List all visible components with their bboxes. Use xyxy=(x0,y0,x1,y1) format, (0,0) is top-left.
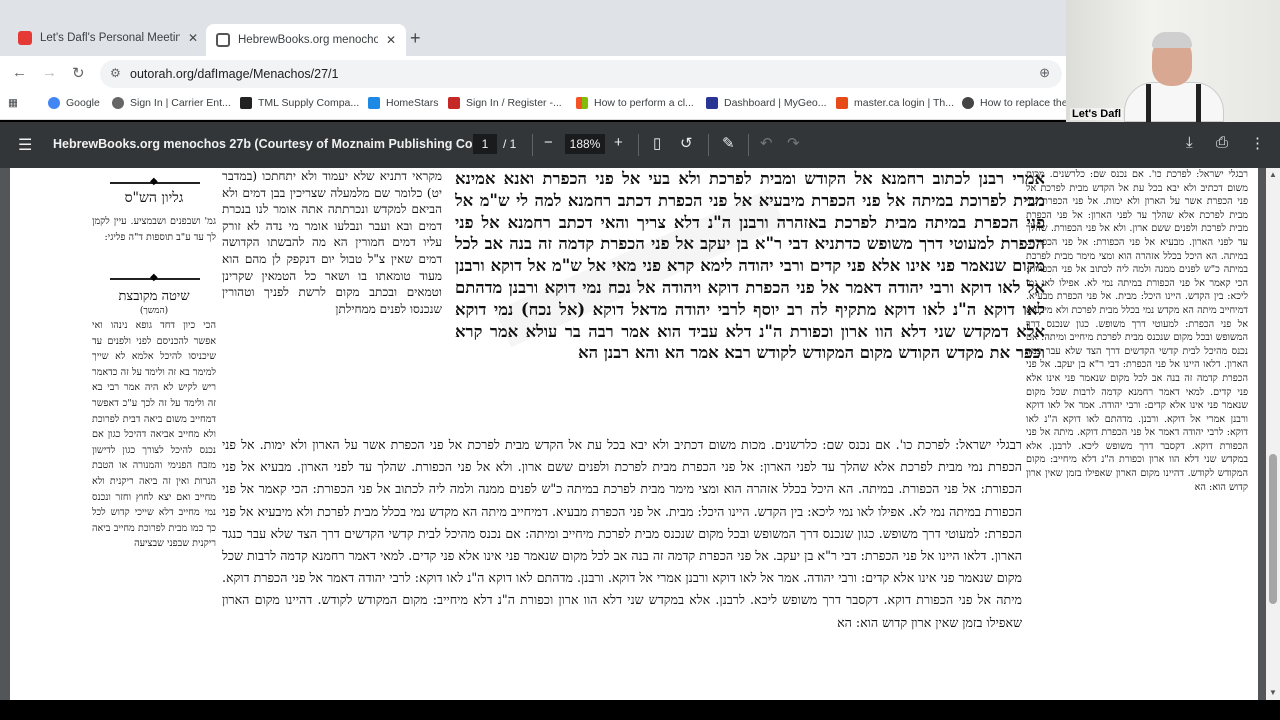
homestars-icon xyxy=(368,97,380,109)
redo-icon[interactable]: ↷ xyxy=(787,134,800,152)
presenter-shirt xyxy=(1124,82,1224,122)
tab-personal-meeting[interactable]: Let's Dafl's Personal Meeting R ✕ xyxy=(8,24,208,52)
suspender-left xyxy=(1146,84,1151,122)
zoom-level-input[interactable]: 188% xyxy=(565,134,605,154)
tosafot-column: רבגלי ישראל: לפרכת כו'. אם נכנס שם: כלרש… xyxy=(1026,169,1248,493)
commentary-lower-text: רבגלי ישראל: לפרכת כו'. אם נכנס שם: כלרש… xyxy=(222,437,1022,630)
toolbar-divider xyxy=(708,134,709,156)
mygeo-icon xyxy=(706,97,718,109)
reload-icon[interactable]: ↻ xyxy=(72,64,85,82)
address-bar[interactable]: ⚙ outorah.org/dafImage/Menachos/27/1 ⊕ xyxy=(100,60,1062,88)
forward-arrow-icon[interactable]: → xyxy=(42,64,57,81)
shita-mekubetzet-subheading: (המשך) xyxy=(139,306,169,316)
tml-icon xyxy=(240,97,252,109)
bookmark-tml[interactable]: TML Supply Compa... xyxy=(240,97,359,109)
master-ca-icon xyxy=(836,97,848,109)
scroll-up-arrow-icon[interactable]: ▲ xyxy=(1269,170,1277,179)
toolbar-divider xyxy=(638,134,639,156)
toolbar-divider xyxy=(748,134,749,156)
document-icon xyxy=(216,33,230,47)
scroll-down-arrow-icon[interactable]: ▼ xyxy=(1269,688,1277,697)
pdf-scrollbar[interactable]: ▲ ▼ xyxy=(1266,168,1280,700)
google-icon xyxy=(48,97,60,109)
zoom-out-icon[interactable]: − xyxy=(544,134,553,151)
microsoft-icon xyxy=(576,97,588,109)
toolbar-divider xyxy=(532,134,533,156)
rotate-icon[interactable]: ↺ xyxy=(680,134,693,152)
w-icon xyxy=(448,97,460,109)
fit-page-icon[interactable]: ▯ xyxy=(653,134,661,152)
presenter-hair xyxy=(1152,32,1192,48)
webcam-name-label: Let's Dafl xyxy=(1070,108,1124,120)
more-options-icon[interactable]: ⋮ xyxy=(1250,134,1265,152)
gilyon-hashas-note: גמ' ושבפנים ושבמציע. עיין לקמן לך עד ע"ב… xyxy=(92,216,216,243)
globe-icon xyxy=(962,97,974,109)
pdf-toolbar: ☰ HebrewBooks.org menochos 27b (Courtesy… xyxy=(0,122,1280,168)
apps-grid-icon[interactable]: ▦ xyxy=(8,97,18,109)
ornament-divider xyxy=(110,176,200,187)
pdf-viewport[interactable]: גליון הש"ס גמ' ושבפנים ושבמציע. עיין לקמ… xyxy=(0,168,1280,700)
zoom-icon[interactable]: ⊕ xyxy=(1039,65,1050,81)
rashi-column: מקראי דתניא שלא יעמוד ולא יתחתכו (במדבר … xyxy=(222,169,442,316)
gilyon-hashas-heading: גליון הש"ס xyxy=(124,190,184,206)
scrollbar-thumb[interactable] xyxy=(1269,454,1277,604)
carrier-icon xyxy=(112,97,124,109)
bookmark-how-to-replace[interactable]: How to replace the... xyxy=(962,97,1076,109)
bookmark-google[interactable]: Google xyxy=(48,97,100,109)
annotate-pen-icon[interactable]: ✎ xyxy=(722,134,735,152)
screen: Let's Dafl's Personal Meeting R ✕ Hebrew… xyxy=(0,0,1280,720)
tab-hebrewbooks[interactable]: HebrewBooks.org menochos 27 ✕ xyxy=(206,24,407,56)
print-icon[interactable]: ⎙ xyxy=(1216,134,1228,151)
new-tab-button[interactable]: + xyxy=(410,28,421,49)
bookmark-homestars[interactable]: HomeStars xyxy=(368,97,439,109)
webcam-overlay: Let's Dafl xyxy=(1066,0,1280,122)
screen-bottom-band xyxy=(0,700,1280,720)
youtube-icon xyxy=(18,31,32,45)
tab-title: Let's Dafl's Personal Meeting R xyxy=(40,32,180,44)
ornament-divider xyxy=(110,272,200,283)
pdf-title: HebrewBooks.org menochos 27b (Courtesy o… xyxy=(53,137,490,151)
bookmark-carrier[interactable]: Sign In | Carrier Ent... xyxy=(112,97,231,109)
download-icon[interactable]: ⤓ xyxy=(1186,134,1193,151)
bookmark-mygeo[interactable]: Dashboard | MyGeo... xyxy=(706,97,827,109)
bookmark-how-to-perform[interactable]: How to perform a cl... xyxy=(576,97,694,109)
gemara-text: אמרי רבנן לכתוב רחמנא אל הקודש ומבית לפר… xyxy=(455,169,1045,363)
pdf-page: גליון הש"ס גמ' ושבפנים ושבמציע. עיין לקמ… xyxy=(10,168,1258,700)
back-arrow-icon[interactable]: ← xyxy=(12,64,27,81)
page-number-input[interactable]: 1 xyxy=(473,134,497,154)
close-tab-icon[interactable]: ✕ xyxy=(386,33,396,47)
menu-icon[interactable]: ☰ xyxy=(18,135,32,155)
shita-mekubetzet-text: הכי כיון דחד גופא נינהו ואי אפשר להכניסם… xyxy=(92,320,216,550)
close-tab-icon[interactable]: ✕ xyxy=(188,31,198,45)
bookmark-master-ca[interactable]: master.ca login | Th... xyxy=(836,97,954,109)
undo-icon[interactable]: ↶ xyxy=(760,134,773,152)
site-info-icon[interactable]: ⚙ xyxy=(110,66,121,80)
tab-title: HebrewBooks.org menochos 27 xyxy=(238,34,378,46)
bookmarks-bar: ▦ Google Sign In | Carrier Ent... TML Su… xyxy=(0,90,1076,120)
shita-mekubetzet-heading: שיטה מקובצת xyxy=(118,289,190,304)
browser-toolbar: ← → ↻ ⚙ outorah.org/dafImage/Menachos/27… xyxy=(0,56,1066,90)
zoom-in-icon[interactable]: + xyxy=(614,134,623,151)
page-total: / 1 xyxy=(503,137,517,151)
url-text: outorah.org/dafImage/Menachos/27/1 xyxy=(130,67,339,81)
bookmark-register[interactable]: Sign In / Register -... xyxy=(448,97,562,109)
suspender-right xyxy=(1196,84,1201,122)
browser-tab-strip: Let's Dafl's Personal Meeting R ✕ Hebrew… xyxy=(0,0,1066,56)
